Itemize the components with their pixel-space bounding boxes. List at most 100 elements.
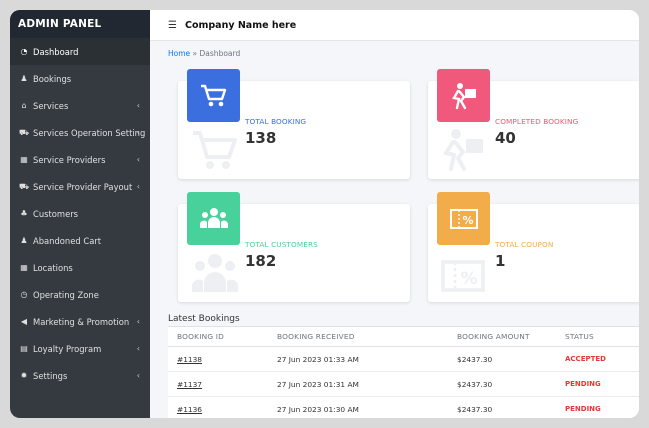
completed-booking-card[interactable]: COMPLETED BOOKING 40 <box>428 69 639 179</box>
sidebar-item-abandoned-cart[interactable]: ♟ Abandoned Cart <box>10 227 150 254</box>
chevron-left-icon: ‹ <box>136 371 140 380</box>
main-content: ☰ Company Name here Home » Dashboard TOT… <box>150 10 639 418</box>
sidebar-item-dashboard[interactable]: ◔ Dashboard <box>10 38 150 65</box>
sidebar-item-label: Services Operation Setting <box>33 127 146 138</box>
chevron-left-icon: ‹ <box>136 128 140 137</box>
breadcrumb-separator: » <box>192 49 198 58</box>
table-row: #1137 27 Jun 2023 01:31 AM $2437.30 PEND… <box>168 371 639 397</box>
app-window: ADMIN PANEL ◔ Dashboard ♟ Bookings ⌂ Servic… <box>10 10 639 418</box>
booking-amount: $2437.30 <box>448 371 556 397</box>
booking-id-link[interactable]: #1137 <box>168 371 268 397</box>
sidebar-item-bookings[interactable]: ♟ Bookings <box>10 65 150 92</box>
sidebar-item-label: Dashboard <box>33 46 79 57</box>
booking-amount: $2437.30 <box>448 346 556 372</box>
sidebar-item-label: Settings <box>33 370 68 381</box>
megaphone-icon: ◀ <box>20 317 28 326</box>
sidebar-item-services-operation-setting[interactable]: ⛟ Services Operation Setting ‹ <box>10 119 150 146</box>
svg-text:%: % <box>462 214 473 227</box>
sidebar-item-operating-zone[interactable]: ◷ Operating Zone <box>10 281 150 308</box>
completed-booking-label: COMPLETED BOOKING <box>495 117 579 126</box>
column-header-booking-amount: BOOKING AMOUNT <box>448 326 556 347</box>
booking-received: 27 Jun 2023 01:33 AM <box>268 346 448 372</box>
table-row: #1136 27 Jun 2023 01:30 AM $2437.30 PEND… <box>168 396 639 418</box>
total-coupon-card[interactable]: % % TOTAL COUPON 1 <box>428 192 639 302</box>
breadcrumb-home-link[interactable]: Home <box>168 49 190 58</box>
sidebar-item-loyalty-program[interactable]: ▤ Loyalty Program ‹ <box>10 335 150 362</box>
chevron-left-icon: ‹ <box>136 155 140 164</box>
table-header-row: BOOKING ID BOOKING RECEIVED BOOKING AMOU… <box>168 326 639 347</box>
cart-icon: ⛟ <box>18 127 30 137</box>
services-icon: ⌂ <box>21 101 27 110</box>
sidebar-item-label: Operating Zone <box>33 289 99 300</box>
table-icon: ▦ <box>20 263 28 272</box>
breadcrumb: Home » Dashboard <box>150 41 639 58</box>
sidebar-menu: ◔ Dashboard ♟ Bookings ⌂ Services ‹ ⛟ Service… <box>10 38 150 389</box>
sidebar-item-locations[interactable]: ▦ Locations <box>10 254 150 281</box>
svg-text:%: % <box>460 269 477 289</box>
sidebar-item-label: Services <box>33 100 69 111</box>
column-header-booking-id: BOOKING ID <box>168 326 268 347</box>
users-icon: ♣ <box>20 209 28 218</box>
status-badge: ACCEPTED <box>556 346 639 372</box>
hamburger-menu-icon[interactable]: ☰ <box>168 20 177 31</box>
total-customers-label: TOTAL CUSTOMERS <box>245 240 318 249</box>
chevron-left-icon: ‹ <box>136 182 140 191</box>
booking-received: 27 Jun 2023 01:31 AM <box>268 371 448 397</box>
total-booking-label: TOTAL BOOKING <box>245 117 307 126</box>
sidebar-item-label: Bookings <box>33 73 72 84</box>
sidebar: ADMIN PANEL ◔ Dashboard ♟ Bookings ⌂ Servic… <box>10 10 150 418</box>
table-row: #1138 27 Jun 2023 01:33 AM $2437.30 ACCE… <box>168 346 639 372</box>
sidebar-item-label: Customers <box>33 208 79 219</box>
completed-booking-value: 40 <box>495 129 516 147</box>
sidebar-item-services[interactable]: ⌂ Services ‹ <box>10 92 150 119</box>
chevron-left-icon: ‹ <box>136 101 140 110</box>
sidebar-item-label: Service Providers <box>33 154 106 165</box>
dashboard-icon: ◔ <box>20 47 28 56</box>
latest-bookings-title: Latest Bookings <box>168 314 240 324</box>
total-customers-card[interactable]: TOTAL CUSTOMERS 182 <box>178 192 410 302</box>
gear-icon: ✹ <box>20 371 28 380</box>
latest-bookings-table: BOOKING ID BOOKING RECEIVED BOOKING AMOU… <box>168 326 639 418</box>
bookings-icon: ♟ <box>20 74 28 83</box>
sidebar-item-label: Marketing & Promotion <box>33 316 130 327</box>
breadcrumb-current: Dashboard <box>199 49 241 58</box>
coupon-watermark-icon: % <box>440 250 490 296</box>
status-badge: PENDING <box>556 396 639 418</box>
total-coupon-label: TOTAL COUPON <box>495 240 554 249</box>
cart-icon <box>187 69 240 122</box>
sidebar-item-service-providers[interactable]: ▦ Service Providers ‹ <box>10 146 150 173</box>
booking-amount: $2437.30 <box>448 396 556 418</box>
sidebar-item-service-provider-payout[interactable]: ⛟ Service Provider Payout ‹ <box>10 173 150 200</box>
cart-watermark-icon <box>190 127 240 173</box>
company-name: Company Name here <box>184 19 297 31</box>
table-icon: ▦ <box>20 155 28 164</box>
sidebar-item-customers[interactable]: ♣ Customers <box>10 200 150 227</box>
book-icon: ▤ <box>20 344 28 353</box>
booking-id-link[interactable]: #1138 <box>168 346 268 372</box>
status-badge: PENDING <box>556 371 639 397</box>
coupon-icon: % <box>437 192 490 245</box>
delivery-person-icon <box>437 69 490 122</box>
total-booking-value: 138 <box>245 129 277 147</box>
total-coupon-value: 1 <box>495 252 506 270</box>
sidebar-item-settings[interactable]: ✹ Settings ‹ <box>10 362 150 389</box>
topbar: ☰ Company Name here <box>150 10 639 41</box>
booking-received: 27 Jun 2023 01:30 AM <box>268 396 448 418</box>
delivery-watermark-icon <box>440 127 490 173</box>
sidebar-item-label: Service Provider Payout <box>33 181 133 192</box>
clock-icon: ◷ <box>20 290 28 299</box>
sidebar-item-label: Loyalty Program <box>33 343 102 354</box>
users-icon <box>187 192 240 245</box>
booking-id-link[interactable]: #1136 <box>168 396 268 418</box>
total-customers-value: 182 <box>245 252 277 270</box>
sidebar-item-label: Locations <box>33 262 73 273</box>
column-header-booking-received: BOOKING RECEIVED <box>268 326 448 347</box>
sidebar-item-marketing-promotion[interactable]: ◀ Marketing & Promotion ‹ <box>10 308 150 335</box>
user-icon: ♟ <box>20 236 28 245</box>
total-booking-card[interactable]: TOTAL BOOKING 138 <box>178 69 410 179</box>
brand-title: ADMIN PANEL <box>10 10 150 38</box>
users-watermark-icon <box>190 250 240 296</box>
sidebar-item-label: Abandoned Cart <box>33 235 102 246</box>
chevron-left-icon: ‹ <box>136 317 140 326</box>
column-header-status: STATUS <box>556 326 639 347</box>
